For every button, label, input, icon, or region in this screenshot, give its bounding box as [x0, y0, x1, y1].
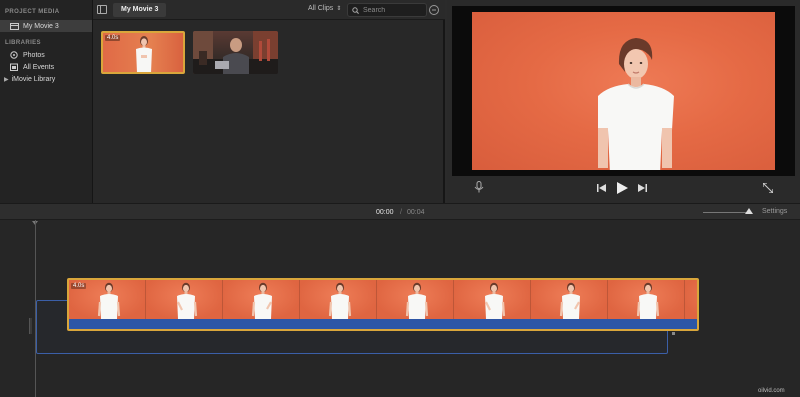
- cafe-scene-image: [193, 31, 278, 74]
- browser-settings-icon[interactable]: [429, 5, 439, 15]
- clip-duration-badge: 4.0s: [71, 283, 87, 289]
- fullscreen-icon[interactable]: [762, 182, 774, 195]
- person-figure: [328, 282, 352, 319]
- watermark: oilvid.com: [758, 388, 785, 394]
- clip-frame: [608, 280, 685, 319]
- microphone-icon[interactable]: [474, 181, 484, 195]
- clips-filter-label: All Clips: [308, 5, 334, 12]
- browser-toolbar: My Movie 3 All Clips ⇕: [93, 0, 445, 20]
- drag-handle[interactable]: [29, 318, 32, 334]
- sidebar-item-label: All Events: [23, 63, 55, 71]
- skip-back-icon[interactable]: [597, 184, 606, 194]
- person-figure: [136, 36, 152, 72]
- total-time: 00:04: [407, 209, 425, 216]
- video-preview[interactable]: [472, 12, 775, 170]
- clip-thumbnail-2[interactable]: [193, 31, 278, 74]
- clip-frame: [146, 280, 223, 319]
- timeline-settings-button[interactable]: Settings: [762, 208, 787, 215]
- search-icon: [352, 7, 359, 14]
- sidebar-item-label: My Movie 3: [23, 22, 59, 30]
- clip-frames: [69, 280, 697, 319]
- disclosure-triangle-icon[interactable]: ▶: [4, 76, 9, 83]
- clip-frame: [300, 280, 377, 319]
- clip-thumbnail-1[interactable]: 4.0s: [101, 31, 185, 74]
- clip-frame: [531, 280, 608, 319]
- person-figure: [559, 282, 580, 319]
- sidebar-item-all-events[interactable]: All Events: [0, 61, 92, 73]
- clip-frame: [377, 280, 454, 319]
- zoom-slider-track[interactable]: [703, 212, 751, 213]
- photos-icon: [9, 51, 19, 59]
- sidebar-item-my-movie-3[interactable]: My Movie 3: [0, 20, 92, 32]
- person-figure: [177, 282, 198, 319]
- search-box[interactable]: [347, 3, 427, 17]
- sidebar-item-label: iMovie Library: [11, 75, 56, 83]
- person-figure: [405, 282, 429, 319]
- viewer: [447, 0, 800, 203]
- clip-duration-badge: 4.0s: [105, 35, 121, 41]
- timeline-toolbar: 00:00 / 00:04 Settings: [0, 203, 800, 220]
- clips-filter-select[interactable]: All Clips ⇕: [308, 5, 341, 12]
- clip-frame: [685, 280, 697, 319]
- person-figure: [598, 38, 674, 170]
- film-icon: [9, 22, 19, 30]
- sidebar: PROJECT MEDIA My Movie 3 LIBRARIES Photo…: [0, 0, 93, 203]
- clip-frame: [454, 280, 531, 319]
- project-media-header: PROJECT MEDIA: [5, 9, 60, 15]
- person-figure: [485, 282, 506, 319]
- time-separator: /: [400, 209, 402, 216]
- skip-forward-icon[interactable]: [638, 184, 647, 194]
- viewer-frame: [452, 6, 795, 176]
- play-icon[interactable]: [617, 182, 628, 196]
- sidebar-item-photos[interactable]: Photos: [0, 49, 92, 61]
- calendar-icon: [9, 63, 19, 71]
- timeline-clip[interactable]: 4.0s: [67, 278, 699, 331]
- tab-my-movie-3[interactable]: My Movie 3: [113, 3, 166, 17]
- sidebar-item-imovie-library[interactable]: ▶ iMovie Library: [0, 73, 92, 85]
- zoom-slider-knob[interactable]: [745, 208, 753, 214]
- person-figure: [97, 282, 121, 319]
- person-figure: [636, 282, 660, 319]
- sidebar-toggle-icon[interactable]: [97, 5, 107, 14]
- clip-frame: [223, 280, 300, 319]
- updown-chevron-icon: ⇕: [336, 6, 342, 12]
- search-input[interactable]: [363, 5, 423, 15]
- audio-waveform[interactable]: [69, 319, 697, 329]
- person-figure: [251, 282, 272, 319]
- clip-end-marker: [672, 332, 675, 335]
- current-time: 00:00: [376, 209, 394, 216]
- media-browser: My Movie 3 All Clips ⇕ 4.0s: [93, 0, 445, 203]
- sidebar-item-label: Photos: [23, 51, 45, 59]
- timeline[interactable]: 4.0s: [0, 220, 800, 397]
- libraries-header: LIBRARIES: [5, 40, 41, 46]
